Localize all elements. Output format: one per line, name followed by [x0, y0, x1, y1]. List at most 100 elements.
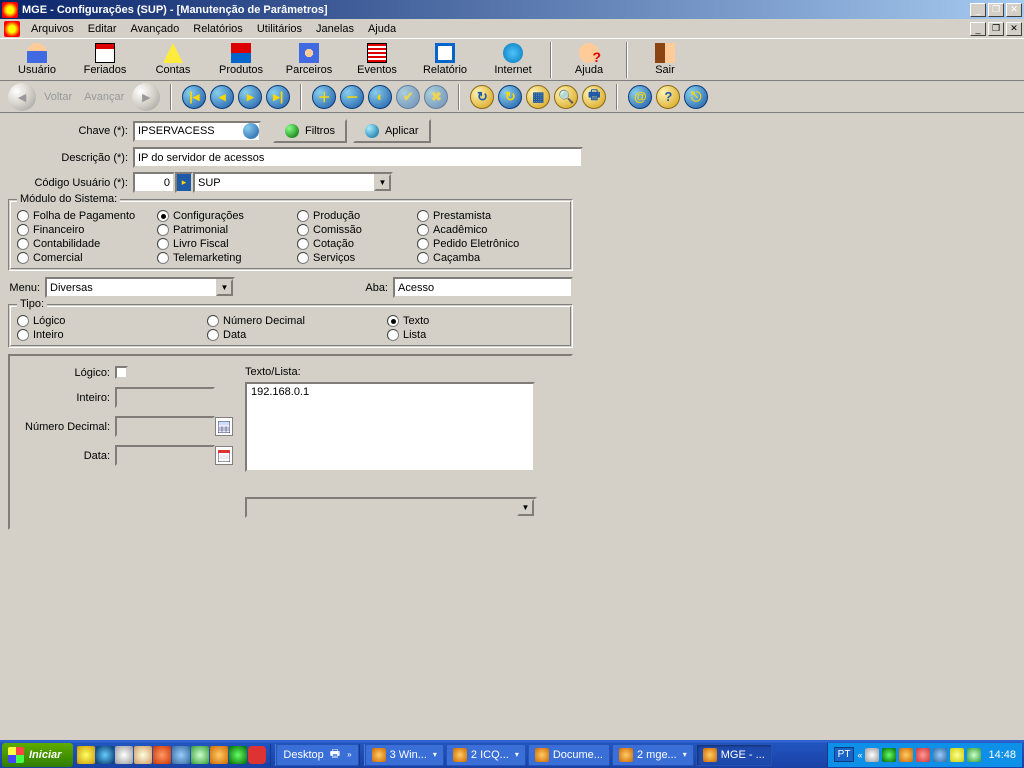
ql-icon-3[interactable]: [115, 746, 133, 764]
ql-icon-7[interactable]: [191, 746, 209, 764]
tray-icon-7[interactable]: [967, 748, 981, 762]
tray-icon-2[interactable]: [882, 748, 896, 762]
mdi-minimize-button[interactable]: _: [970, 22, 986, 36]
close-button[interactable]: ✕: [1006, 3, 1022, 17]
add-button[interactable]: ＋: [312, 85, 336, 109]
codusuario-dropdown-button[interactable]: ▼: [374, 174, 391, 191]
radio-prestamista[interactable]: Prestamista: [417, 210, 547, 222]
tool-contas[interactable]: Contas: [140, 41, 206, 79]
edit-button[interactable]: ◐: [368, 85, 392, 109]
grid-button[interactable]: ▦: [526, 85, 550, 109]
print-button[interactable]: 🖶: [582, 85, 606, 109]
data-input[interactable]: [115, 445, 215, 466]
ql-icon-9[interactable]: [229, 746, 247, 764]
radio-tipo-lógico[interactable]: Lógico: [17, 315, 197, 327]
radio-comercial[interactable]: Comercial: [17, 252, 147, 264]
radio-configurações[interactable]: Configurações: [157, 210, 287, 222]
radio-cotação[interactable]: Cotação: [297, 238, 407, 250]
radio-folha-de-pagamento[interactable]: Folha de Pagamento: [17, 210, 147, 222]
aba-input[interactable]: [393, 277, 573, 298]
tool-eventos[interactable]: Eventos: [344, 41, 410, 79]
radio-tipo-lista[interactable]: Lista: [387, 329, 507, 341]
tool-sair[interactable]: Sair: [632, 41, 698, 79]
radio-tipo-data[interactable]: Data: [207, 329, 377, 341]
tray-icon-4[interactable]: [916, 748, 930, 762]
radio-serviços[interactable]: Serviços: [297, 252, 407, 264]
radio-caçamba[interactable]: Caçamba: [417, 252, 547, 264]
task-2-icq-[interactable]: 2 ICQ...▾: [446, 744, 526, 766]
logico-checkbox[interactable]: [115, 366, 128, 379]
menu-editar[interactable]: Editar: [81, 21, 124, 37]
tool-produtos[interactable]: Produtos: [208, 41, 274, 79]
codusuario-spin-button[interactable]: ▸: [175, 172, 193, 193]
ql-icon-6[interactable]: [172, 746, 190, 764]
search-button[interactable]: 🔍: [554, 85, 578, 109]
radio-produção[interactable]: Produção: [297, 210, 407, 222]
filtros-button[interactable]: Filtros: [273, 119, 347, 143]
exit-button[interactable]: ⎋: [684, 85, 708, 109]
menu-janelas[interactable]: Janelas: [309, 21, 361, 37]
clock[interactable]: 14:48: [988, 749, 1016, 761]
task-mge-[interactable]: MGE - ...: [696, 744, 772, 766]
numdec-input[interactable]: [115, 416, 215, 437]
descricao-input[interactable]: [133, 147, 583, 168]
help-button[interactable]: ?: [656, 85, 680, 109]
menu-utilitários[interactable]: Utilitários: [250, 21, 309, 37]
radio-tipo-texto[interactable]: Texto: [387, 315, 507, 327]
remove-button[interactable]: －: [340, 85, 364, 109]
tool-relatório[interactable]: Relatório: [412, 41, 478, 79]
tool-parceiros[interactable]: Parceiros: [276, 41, 342, 79]
radio-acadêmico[interactable]: Acadêmico: [417, 224, 547, 236]
restore-button[interactable]: ❐: [988, 3, 1004, 17]
codusuario-txt-input[interactable]: [193, 172, 393, 193]
forward-button[interactable]: ►: [132, 83, 160, 111]
prev-record-button[interactable]: ◂: [210, 85, 234, 109]
inteiro-input[interactable]: [115, 387, 215, 408]
language-indicator[interactable]: PT: [834, 747, 855, 762]
radio-patrimonial[interactable]: Patrimonial: [157, 224, 287, 236]
tray-icon-1[interactable]: [865, 748, 879, 762]
tray-icon-5[interactable]: [933, 748, 947, 762]
minimize-button[interactable]: _: [970, 3, 986, 17]
mdi-close-button[interactable]: ✕: [1006, 22, 1022, 36]
radio-financeiro[interactable]: Financeiro: [17, 224, 147, 236]
menu-relatórios[interactable]: Relatórios: [186, 21, 250, 37]
email-button[interactable]: @: [628, 85, 652, 109]
radio-pedido-eletrônico[interactable]: Pedido Eletrônico: [417, 238, 547, 250]
task-3-win-[interactable]: 3 Win...▾: [365, 744, 444, 766]
tool-usuário[interactable]: Usuário: [4, 41, 70, 79]
radio-tipo-inteiro[interactable]: Inteiro: [17, 329, 197, 341]
menu-avançado[interactable]: Avançado: [124, 21, 187, 37]
task-docume-[interactable]: Docume...: [528, 744, 610, 766]
confirm-button[interactable]: ✔: [396, 85, 420, 109]
refresh-button[interactable]: ↻: [470, 85, 494, 109]
first-record-button[interactable]: |◂: [182, 85, 206, 109]
radio-contabilidade[interactable]: Contabilidade: [17, 238, 147, 250]
last-record-button[interactable]: ▸|: [266, 85, 290, 109]
back-button[interactable]: ◄: [8, 83, 36, 111]
tool-feriados[interactable]: Feriados: [72, 41, 138, 79]
radio-tipo-número-decimal[interactable]: Número Decimal: [207, 315, 377, 327]
chave-lookup-icon[interactable]: [243, 123, 259, 139]
task-2-mge-[interactable]: 2 mge...▾: [612, 744, 694, 766]
ql-icon-8[interactable]: [210, 746, 228, 764]
chave-input[interactable]: [133, 121, 261, 142]
menu-arquivos[interactable]: Arquivos: [24, 21, 81, 37]
mdi-restore-button[interactable]: ❐: [988, 22, 1004, 36]
menu-dropdown-button[interactable]: ▼: [216, 279, 233, 296]
ql-icon-2[interactable]: [96, 746, 114, 764]
radio-telemarketing[interactable]: Telemarketing: [157, 252, 287, 264]
next-record-button[interactable]: ▸: [238, 85, 262, 109]
lista-dropdown-button[interactable]: ▼: [517, 499, 534, 516]
ql-icon-10[interactable]: [248, 746, 266, 764]
start-button[interactable]: Iniciar: [2, 743, 73, 767]
menu-ajuda[interactable]: Ajuda: [361, 21, 403, 37]
radio-comissão[interactable]: Comissão: [297, 224, 407, 236]
textolista-input[interactable]: 192.168.0.1: [245, 382, 535, 472]
menu-select[interactable]: [45, 277, 235, 298]
ql-icon-5[interactable]: [153, 746, 171, 764]
codusuario-num-input[interactable]: [133, 172, 175, 193]
ql-icon-1[interactable]: [77, 746, 95, 764]
tool-ajuda[interactable]: Ajuda: [556, 41, 622, 79]
lista-select[interactable]: ▼: [245, 497, 537, 518]
